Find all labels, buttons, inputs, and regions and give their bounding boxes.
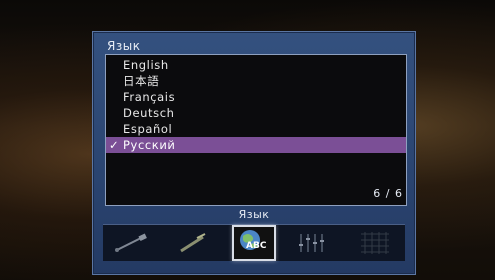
language-item-label: Français	[123, 90, 176, 104]
language-item-german[interactable]: Deutsch	[106, 105, 406, 121]
panel-title: Язык	[107, 39, 141, 53]
page-indicator: 6 / 6	[373, 187, 403, 200]
language-item-label: English	[123, 58, 169, 72]
language-item-japanese[interactable]: 日本語	[106, 73, 406, 89]
equalizer-icon[interactable]	[293, 228, 333, 258]
language-panel: Язык English 日本語 Français Deutsch Españo…	[92, 31, 416, 275]
section-label: Язык	[238, 208, 270, 221]
abc-label: ABC	[246, 241, 267, 251]
language-item-french[interactable]: Français	[106, 89, 406, 105]
language-item-label: Deutsch	[123, 106, 175, 120]
checkmark-icon: ✓	[109, 138, 120, 152]
language-list: English 日本語 Français Deutsch Español ✓ Р…	[105, 54, 407, 206]
language-item-english[interactable]: English	[106, 57, 406, 73]
language-globe-icon[interactable]: ABC	[232, 225, 276, 261]
speaker-cable-icon[interactable]	[111, 228, 151, 258]
language-item-spanish[interactable]: Español	[106, 121, 406, 137]
language-item-label: Русский	[123, 138, 176, 152]
background-screen: Язык English 日本語 Français Deutsch Españo…	[0, 0, 495, 280]
language-item-russian[interactable]: ✓ Русский	[106, 137, 406, 153]
grid-icon[interactable]	[355, 228, 395, 258]
language-item-label: 日本語	[123, 74, 160, 88]
tool-icon[interactable]	[173, 228, 213, 258]
settings-icon-bar: ABC	[103, 224, 405, 261]
language-item-label: Español	[123, 122, 173, 136]
